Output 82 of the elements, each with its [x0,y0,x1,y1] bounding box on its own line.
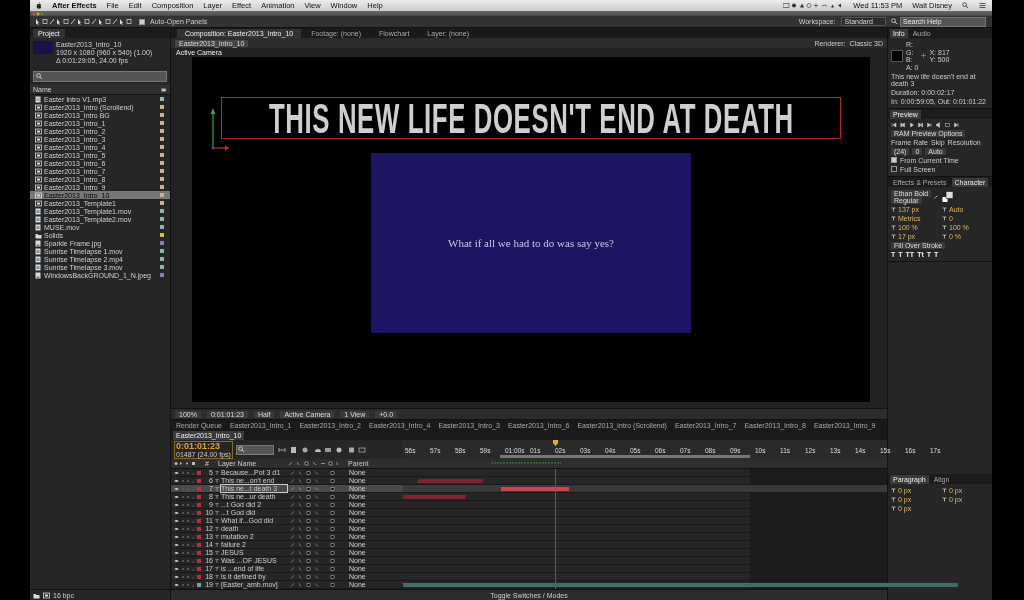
playhead-icon[interactable] [553,440,558,446]
indent-icon [891,497,896,502]
character-setting-icon [942,234,947,239]
keyframe-markers-drawing [491,462,561,464]
label-icon [161,86,167,93]
folder-icon [33,591,40,599]
character-setting-icon [942,207,947,212]
switch-icons-drawing [181,526,195,531]
checkbox[interactable] [891,157,897,163]
text-layer-icon [215,478,219,483]
search-icon[interactable] [962,2,969,9]
switch-icons-drawing [181,582,195,587]
switch-icons-drawing [181,566,195,571]
switch-icons-drawing [181,502,195,507]
title-text: THIS NEW LIFE DOESN'T END AT DEATH [268,93,794,143]
character-setting-icon [891,225,896,230]
text-layer-icon [215,566,219,571]
text-layer-icon [215,510,219,515]
play-icon[interactable] [909,121,915,128]
switch-icons-drawing [181,478,195,483]
text-layer-icon [215,534,219,539]
character-setting-icon [891,207,896,212]
loop-icon[interactable] [945,121,951,128]
indent-icon [942,497,947,502]
indent-icon [891,506,896,511]
composition-icon [43,591,50,599]
text-layer-icon [215,470,219,475]
text-layer-icon [215,494,219,499]
image-file-icon [35,239,42,247]
fill-stroke-swatch-drawing[interactable] [942,190,955,203]
folder-icon [35,231,42,239]
search-icon [891,18,898,25]
composition-thumbnail [33,41,53,54]
switch-icons-drawing [181,518,195,523]
character-setting-icon [891,234,896,239]
search-field[interactable] [33,71,167,82]
switch-icons-drawing [181,550,195,555]
switch-icons-drawing [181,534,195,539]
text-layer-icon [215,502,219,507]
search-icon [36,73,43,80]
text-layer-icon [215,582,219,587]
color-swatch [891,49,903,62]
image-file-icon [35,271,42,279]
switch-icons-drawing [181,558,195,563]
ram-preview-icon[interactable] [954,121,960,128]
switch-icons-drawing [181,494,195,499]
skip-to-end-icon[interactable] [927,121,933,128]
text-layer-icon [215,574,219,579]
switch-icons-drawing [181,510,195,515]
switch-icons-drawing [181,542,195,547]
list-icon[interactable] [979,2,986,9]
window-buttons-drawing [32,11,44,16]
step-back-icon[interactable] [900,121,906,128]
crosshair-icon [921,53,927,59]
switch-icons-drawing [181,486,195,491]
status-icons-drawing [783,2,844,9]
audio-file-icon [35,95,42,103]
character-setting-icon [891,216,896,221]
indent-icon [942,488,947,493]
character-setting-icon [942,225,947,230]
speaker-icon[interactable] [936,121,942,128]
switch-header-icons-drawing [287,461,341,466]
text-layer-icon [215,542,219,547]
skip-to-start-icon[interactable] [891,121,897,128]
switch-icons-drawing [181,574,195,579]
indent-icon [891,488,896,493]
eyedropper-icon[interactable] [934,194,940,200]
switch-icons-drawing [181,470,195,475]
caption-text: What if all we had to do was say yes? [448,237,614,249]
text-layer-icon [215,518,219,523]
switch-header-icons-drawing [174,461,196,466]
apple-logo-icon [36,2,42,9]
text-layer-icon [215,526,219,531]
search-icon [237,446,245,453]
text-layer-icon [215,558,219,563]
step-forward-icon[interactable] [918,121,924,128]
search-field[interactable] [235,444,274,455]
character-setting-icon [942,216,947,221]
text-layer-icon [215,486,219,491]
text-layer-icon [215,550,219,555]
checkbox[interactable] [891,166,897,172]
checkbox[interactable] [139,18,145,25]
